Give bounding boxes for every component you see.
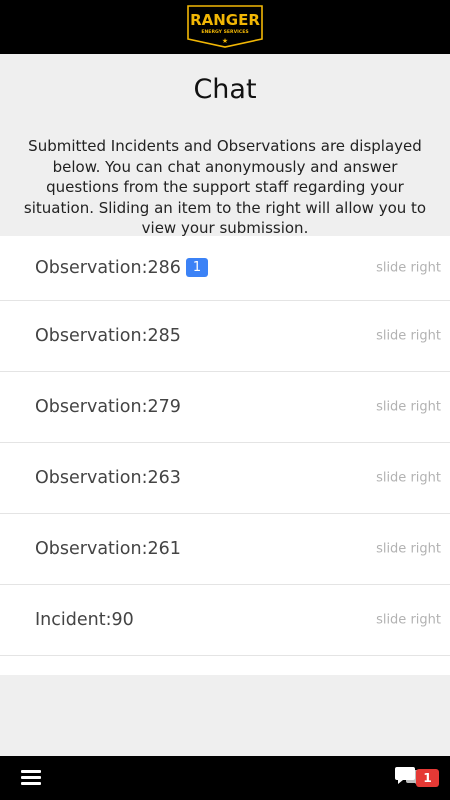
- intro-text: Submitted Incidents and Observations are…: [23, 137, 427, 237]
- slide-right-hint: slide right: [376, 470, 441, 486]
- list-item-label: Observation:261: [35, 539, 181, 559]
- chat-notification-badge: 1: [416, 769, 439, 787]
- slide-right-hint: slide right: [376, 260, 441, 276]
- item-title: Observation:286: [35, 258, 181, 278]
- submission-list[interactable]: Observation:286 1 slide right Observation…: [0, 236, 450, 675]
- slide-right-hint: slide right: [376, 541, 441, 557]
- list-item[interactable]: Observation:261 slide right: [0, 514, 450, 585]
- slide-right-hint: slide right: [376, 399, 441, 415]
- list-item[interactable]: Incident:90 slide right: [0, 585, 450, 656]
- list-item[interactable]: Observation:263 slide right: [0, 443, 450, 514]
- list-item[interactable]: Observation:279 slide right: [0, 372, 450, 443]
- logo-subtext: ENERGY SERVICES: [201, 29, 248, 35]
- slide-right-hint: slide right: [376, 328, 441, 344]
- list-item[interactable]: Observation:286 1 slide right: [0, 236, 450, 301]
- ranger-logo: RANGER ENERGY SERVICES ★: [187, 5, 263, 48]
- unread-badge: 1: [185, 258, 209, 277]
- top-bar: RANGER ENERGY SERVICES ★: [0, 0, 450, 54]
- logo-text: RANGER: [190, 11, 260, 29]
- hamburger-menu-icon[interactable]: [21, 770, 41, 786]
- svg-text:★: ★: [222, 37, 228, 45]
- list-item[interactable]: Observation:285 slide right: [0, 301, 450, 372]
- list-item-label: Observation:263: [35, 468, 181, 488]
- list-item-label: Incident:90: [35, 610, 134, 630]
- page-title: Chat: [193, 74, 257, 105]
- list-item-label: Observation:285: [35, 326, 181, 346]
- list-item[interactable]: [0, 656, 450, 675]
- list-item-label: Observation:279: [35, 397, 181, 417]
- slide-right-hint: slide right: [376, 612, 441, 628]
- bottom-bar: 1: [0, 756, 450, 800]
- list-item-label: Observation:286 1: [35, 258, 209, 278]
